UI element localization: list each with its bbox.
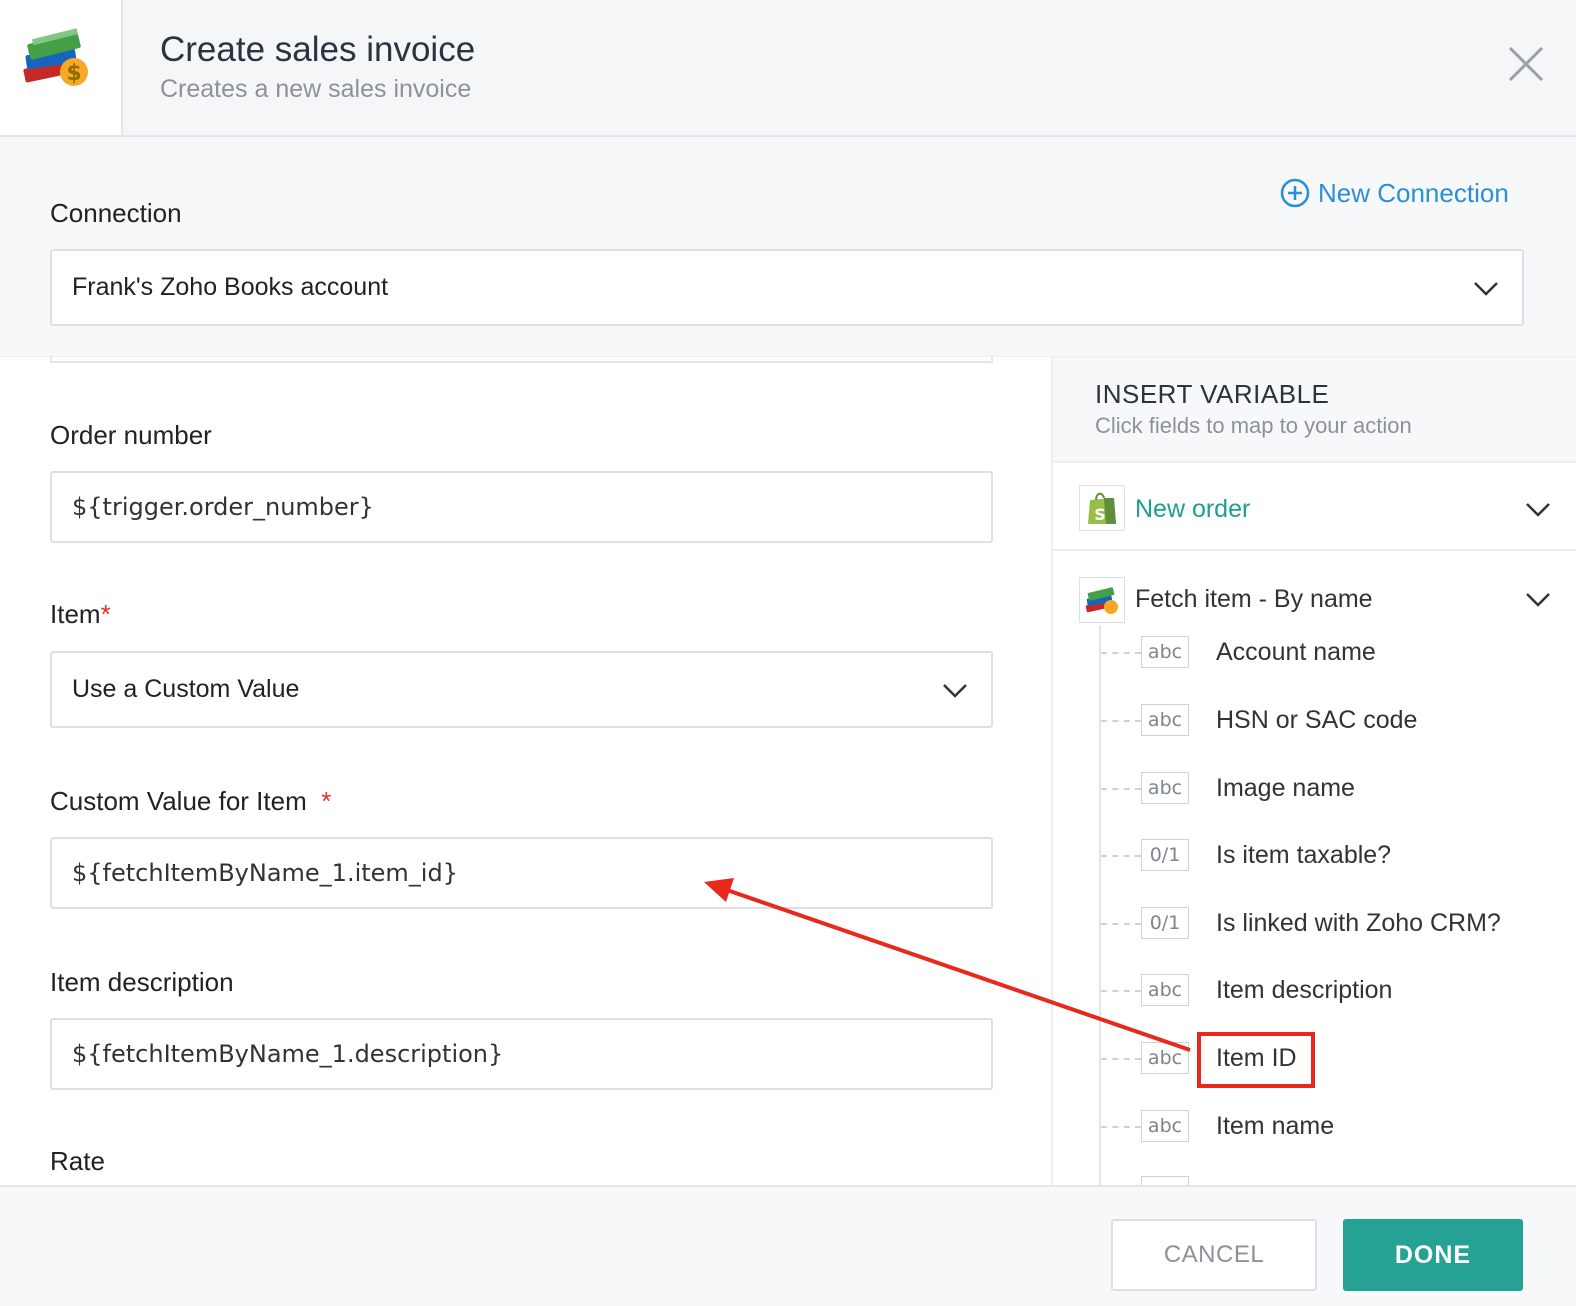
chevron-down-icon bbox=[1526, 593, 1550, 607]
tree-dash bbox=[1101, 720, 1141, 722]
svg-text:$: $ bbox=[66, 61, 81, 86]
type-badge: abc bbox=[1141, 704, 1189, 736]
insert-variable-title: INSERT VARIABLE bbox=[1095, 379, 1330, 409]
tree-dash bbox=[1101, 1126, 1141, 1128]
variable-name: Image name bbox=[1216, 774, 1355, 802]
type-badge: abc bbox=[1141, 1042, 1189, 1074]
chevron-down-icon bbox=[1474, 281, 1498, 296]
zoho-books-logo-icon: $ bbox=[23, 28, 88, 86]
new-connection-link[interactable]: New Connection bbox=[1280, 176, 1509, 210]
plus-circle-icon bbox=[1280, 178, 1310, 208]
variable-name: Item description bbox=[1216, 976, 1393, 1004]
close-icon bbox=[1508, 46, 1544, 82]
tree-dash bbox=[1101, 652, 1141, 654]
insert-variable-header: INSERT VARIABLE Click fields to map to y… bbox=[1053, 357, 1576, 463]
variable-item-description[interactable]: abc Item description bbox=[1099, 972, 1569, 1012]
type-badge: 0/1 bbox=[1141, 839, 1189, 871]
item-select[interactable]: Use a Custom Value bbox=[50, 651, 993, 728]
chevron-down-icon bbox=[1526, 503, 1550, 517]
variable-name: HSN or SAC code bbox=[1216, 706, 1418, 734]
connection-select[interactable]: Frank's Zoho Books account bbox=[50, 249, 1524, 326]
highlight-box bbox=[1197, 1032, 1315, 1088]
variable-image-name[interactable]: abc Image name bbox=[1099, 770, 1569, 810]
group-name-fetch-item: Fetch item - By name bbox=[1135, 585, 1373, 613]
tree-dash bbox=[1101, 788, 1141, 790]
variable-name: Account name bbox=[1216, 638, 1376, 666]
done-button[interactable]: DONE bbox=[1343, 1219, 1523, 1291]
tree-dash bbox=[1101, 855, 1141, 857]
variable-is-linked-with-zoho-crm[interactable]: 0/1 Is linked with Zoho CRM? bbox=[1099, 905, 1569, 945]
variable-is-item-taxable[interactable]: 0/1 Is item taxable? bbox=[1099, 837, 1569, 877]
type-badge: abc bbox=[1141, 772, 1189, 804]
item-selected-value: Use a Custom Value bbox=[72, 675, 300, 703]
insert-variable-subtitle: Click fields to map to your action bbox=[1095, 413, 1412, 438]
variable-item-id[interactable]: abc Item ID bbox=[1099, 1040, 1569, 1080]
variable-account-name[interactable]: abc Account name bbox=[1099, 634, 1569, 674]
custom-value-value: ${fetchItemByName_1.item_id} bbox=[72, 859, 458, 887]
item-description-label: Item description bbox=[50, 967, 234, 997]
tree-dash bbox=[1101, 1058, 1141, 1060]
rate-label: Rate bbox=[50, 1146, 105, 1176]
cancel-button[interactable]: CANCEL bbox=[1111, 1219, 1317, 1291]
custom-value-label: Custom Value for Item * bbox=[50, 786, 331, 817]
app-logo: $ bbox=[0, 0, 123, 135]
shopify-bag-icon: S bbox=[1079, 485, 1125, 531]
variable-group-fetch-item[interactable]: Fetch item - By name bbox=[1053, 553, 1576, 633]
next-type-badge-edge bbox=[1141, 1176, 1189, 1185]
zoho-books-icon bbox=[1079, 577, 1125, 623]
chevron-down-icon bbox=[943, 683, 967, 698]
required-marker: * bbox=[321, 786, 332, 816]
type-badge: abc bbox=[1141, 636, 1189, 668]
dialog-footer bbox=[0, 1185, 1576, 1306]
svg-text:S: S bbox=[1094, 505, 1106, 524]
dialog-subtitle: Creates a new sales invoice bbox=[160, 75, 472, 103]
variable-hsn-sac-code[interactable]: abc HSN or SAC code bbox=[1099, 702, 1569, 742]
custom-value-input[interactable]: ${fetchItemByName_1.item_id} bbox=[50, 837, 993, 909]
required-marker: * bbox=[100, 599, 111, 629]
item-description-input[interactable]: ${fetchItemByName_1.description} bbox=[50, 1018, 993, 1090]
variable-item-name[interactable]: abc Item name bbox=[1099, 1108, 1569, 1148]
group-name-new-order: New order bbox=[1135, 495, 1251, 523]
item-label-text: Item bbox=[50, 599, 101, 629]
variable-name: Is linked with Zoho CRM? bbox=[1216, 909, 1501, 937]
item-description-value: ${fetchItemByName_1.description} bbox=[72, 1040, 504, 1068]
type-badge: abc bbox=[1141, 974, 1189, 1006]
tree-dash bbox=[1101, 923, 1141, 925]
order-number-input[interactable]: ${trigger.order_number} bbox=[50, 471, 993, 543]
order-number-value: ${trigger.order_number} bbox=[72, 493, 374, 521]
connection-label: Connection bbox=[50, 198, 182, 228]
variable-group-new-order[interactable]: S New order bbox=[1053, 465, 1576, 551]
new-connection-label: New Connection bbox=[1318, 177, 1509, 208]
variable-name: Item name bbox=[1216, 1112, 1335, 1140]
dialog-title: Create sales invoice bbox=[160, 30, 476, 69]
previous-field-edge bbox=[50, 357, 993, 363]
dialog-header: $ Create sales invoice Creates a new sal… bbox=[0, 0, 1576, 137]
tree-dash bbox=[1101, 990, 1141, 992]
close-button[interactable] bbox=[1504, 42, 1548, 86]
type-badge: abc bbox=[1141, 1110, 1189, 1142]
order-number-label: Order number bbox=[50, 420, 212, 450]
item-label: Item* bbox=[50, 599, 111, 630]
variable-name: Is item taxable? bbox=[1216, 841, 1392, 869]
type-badge: 0/1 bbox=[1141, 907, 1189, 939]
connection-selected-value: Frank's Zoho Books account bbox=[72, 273, 389, 301]
custom-value-label-text: Custom Value for Item bbox=[50, 786, 307, 816]
